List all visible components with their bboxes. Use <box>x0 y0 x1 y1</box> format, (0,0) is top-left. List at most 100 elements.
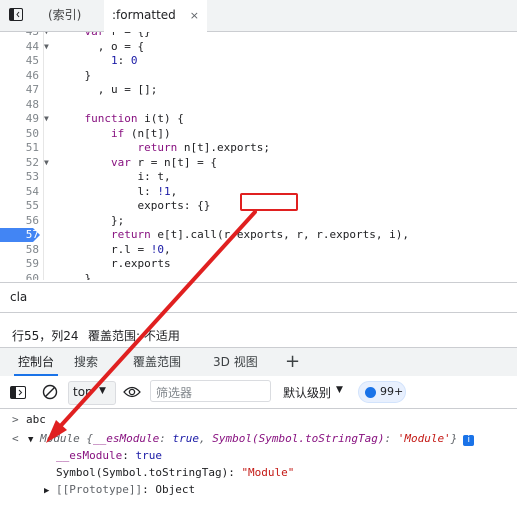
drawer-tab-bar: 控制台 搜索 覆盖范围 3D 视图 + <box>0 347 517 377</box>
tab-search[interactable]: 搜索 <box>74 348 98 376</box>
summary-key-1: __esModule <box>93 432 160 445</box>
log-level-dropdown[interactable]: 默认级别 <box>283 384 331 401</box>
property-row: __esModule: true <box>56 449 162 462</box>
tab-formatted-label: :formatted <box>112 8 176 22</box>
code-line: 60 } <box>0 272 517 281</box>
console-input-text: abc <box>26 413 46 426</box>
line-number[interactable]: 54 <box>0 185 39 200</box>
code-text: if (n[t]) <box>110 126 171 140</box>
search-input[interactable]: cla <box>10 290 27 304</box>
code-line: 58 r.l = !0, <box>0 243 517 258</box>
line-number[interactable]: 60 <box>0 272 39 281</box>
tab-index[interactable]: (索引) <box>40 0 89 31</box>
line-number[interactable]: 59 <box>0 257 39 272</box>
code-text: } <box>58 68 92 82</box>
fold-toggle-icon[interactable]: ▼ <box>44 112 49 127</box>
line-number[interactable]: 53 <box>0 170 39 185</box>
console-toolbar: top ▼ 筛选器 默认级别 ▼ 99+ <box>0 376 517 409</box>
context-selector[interactable]: top ▼ <box>68 381 116 405</box>
context-selector-label: top <box>73 385 93 399</box>
code-line: 49 ▼ function i(t) { <box>0 112 517 127</box>
line-number[interactable]: 55 <box>0 199 39 214</box>
code-text: return e[t].call(r.exports, r, r.exports… <box>110 228 410 241</box>
coverage-status: 覆盖范围: 不适用 <box>88 329 180 343</box>
code-text: , u = []; <box>58 83 158 96</box>
chevron-down-icon[interactable]: ▼ <box>336 385 343 395</box>
code-line: 46 } <box>0 69 517 84</box>
input-prompt-icon: > <box>12 413 19 426</box>
line-number[interactable]: 58 <box>0 243 39 258</box>
tab-3d-view[interactable]: 3D 视图 <box>213 348 258 376</box>
line-number[interactable]: 46 <box>0 69 39 84</box>
code-text: var r = {} <box>58 32 151 40</box>
status-bar: 行55，列24 覆盖范围: 不适用 <box>0 322 517 346</box>
code-text: function i(t) { <box>84 112 184 125</box>
issue-icon <box>365 387 376 398</box>
code-editor[interactable]: 43▼ var r = {}44▼ , o = {45 1: 046 }47 ,… <box>0 32 517 280</box>
code-text: exports: {} <box>58 199 211 212</box>
line-number[interactable]: 49 <box>0 112 39 127</box>
fold-toggle-icon[interactable]: ▼ <box>44 40 49 55</box>
line-number[interactable]: 47 <box>0 83 39 98</box>
code-line: 57 return e[t].call(r.exports, r, r.expo… <box>0 228 517 243</box>
code-line: 52 ▼ var r = n[t] = { <box>0 156 517 171</box>
code-text: r.l = !0, <box>58 242 171 256</box>
line-number[interactable]: 45 <box>0 54 39 69</box>
cursor-position: 行55，列24 <box>12 329 79 343</box>
code-line: 45 1: 0 <box>0 54 517 69</box>
summary-val-2: 'Module' <box>397 432 451 445</box>
prop-key: [[Prototype]] <box>56 483 143 496</box>
line-number[interactable]: 52 <box>0 156 39 171</box>
file-tab-bar: (索引) :formatted × <box>0 0 517 32</box>
expand-triangle-icon[interactable]: ▶ <box>44 486 49 496</box>
result-prompt-icon: < <box>12 432 19 445</box>
tab-console-label: 控制台 <box>18 355 55 369</box>
code-text: var r = n[t] = { <box>110 155 217 169</box>
tab-coverage-label: 覆盖范围 <box>133 355 182 369</box>
tab-search-label: 搜索 <box>74 355 99 369</box>
clear-console-icon[interactable] <box>42 384 58 400</box>
summary-val-1: true <box>172 432 200 445</box>
source-search-bar[interactable]: cla <box>0 282 517 313</box>
info-icon[interactable]: i <box>463 435 475 446</box>
console-result-row[interactable]: < ▼ Module {__esModule: true, Symbol(Sym… <box>0 430 517 447</box>
code-text: return n[t].exports; <box>137 141 270 154</box>
line-number[interactable]: 56 <box>0 214 39 229</box>
line-number[interactable]: 50 <box>0 127 39 142</box>
code-line: 43 ▼ var r = {} <box>0 32 517 40</box>
annotation-highlight-box <box>240 193 298 211</box>
live-expression-eye-icon[interactable] <box>123 385 141 399</box>
prop-value: Object <box>155 483 196 496</box>
code-line: 56 }; <box>0 214 517 229</box>
add-tab-icon[interactable]: + <box>285 348 300 376</box>
code-text: 1: 0 <box>110 54 138 67</box>
line-number[interactable]: 57 <box>0 228 39 243</box>
code-text: , o = { <box>58 39 145 53</box>
chevron-down-icon: ▼ <box>99 386 106 396</box>
prototype-row[interactable]: ▶ [[Prototype]]: Object <box>0 481 517 498</box>
expand-triangle-icon[interactable]: ▼ <box>28 435 33 445</box>
line-number[interactable]: 43 <box>0 32 39 40</box>
code-text: i: t, <box>58 170 171 183</box>
fold-toggle-icon[interactable]: ▼ <box>44 156 49 171</box>
fold-toggle-icon[interactable]: ▼ <box>44 32 49 40</box>
line-number[interactable]: 51 <box>0 141 39 156</box>
toggle-navigator-icon[interactable] <box>9 8 23 21</box>
issues-badge[interactable]: 99+ <box>358 381 406 403</box>
tab-3d-view-label: 3D 视图 <box>213 355 258 369</box>
tab-coverage[interactable]: 覆盖范围 <box>133 348 181 376</box>
show-sidebar-icon[interactable] <box>10 386 26 399</box>
tab-console[interactable]: 控制台 <box>6 348 66 376</box>
line-number[interactable]: 48 <box>0 98 39 113</box>
line-number[interactable]: 44 <box>0 40 39 55</box>
close-tab-icon[interactable]: × <box>190 0 199 31</box>
code-text: }; <box>58 213 125 227</box>
prop-key: Symbol(Symbol.toStringTag) <box>56 466 229 479</box>
code-line: 47 , u = []; <box>0 83 517 98</box>
filter-input[interactable]: 筛选器 <box>150 380 271 402</box>
code-text: } <box>58 271 92 281</box>
code-text: l: !1, <box>58 184 178 198</box>
tab-formatted[interactable]: :formatted × <box>104 0 208 32</box>
prop-key: __esModule <box>56 449 123 462</box>
summary-prefix: Module { <box>40 432 94 445</box>
